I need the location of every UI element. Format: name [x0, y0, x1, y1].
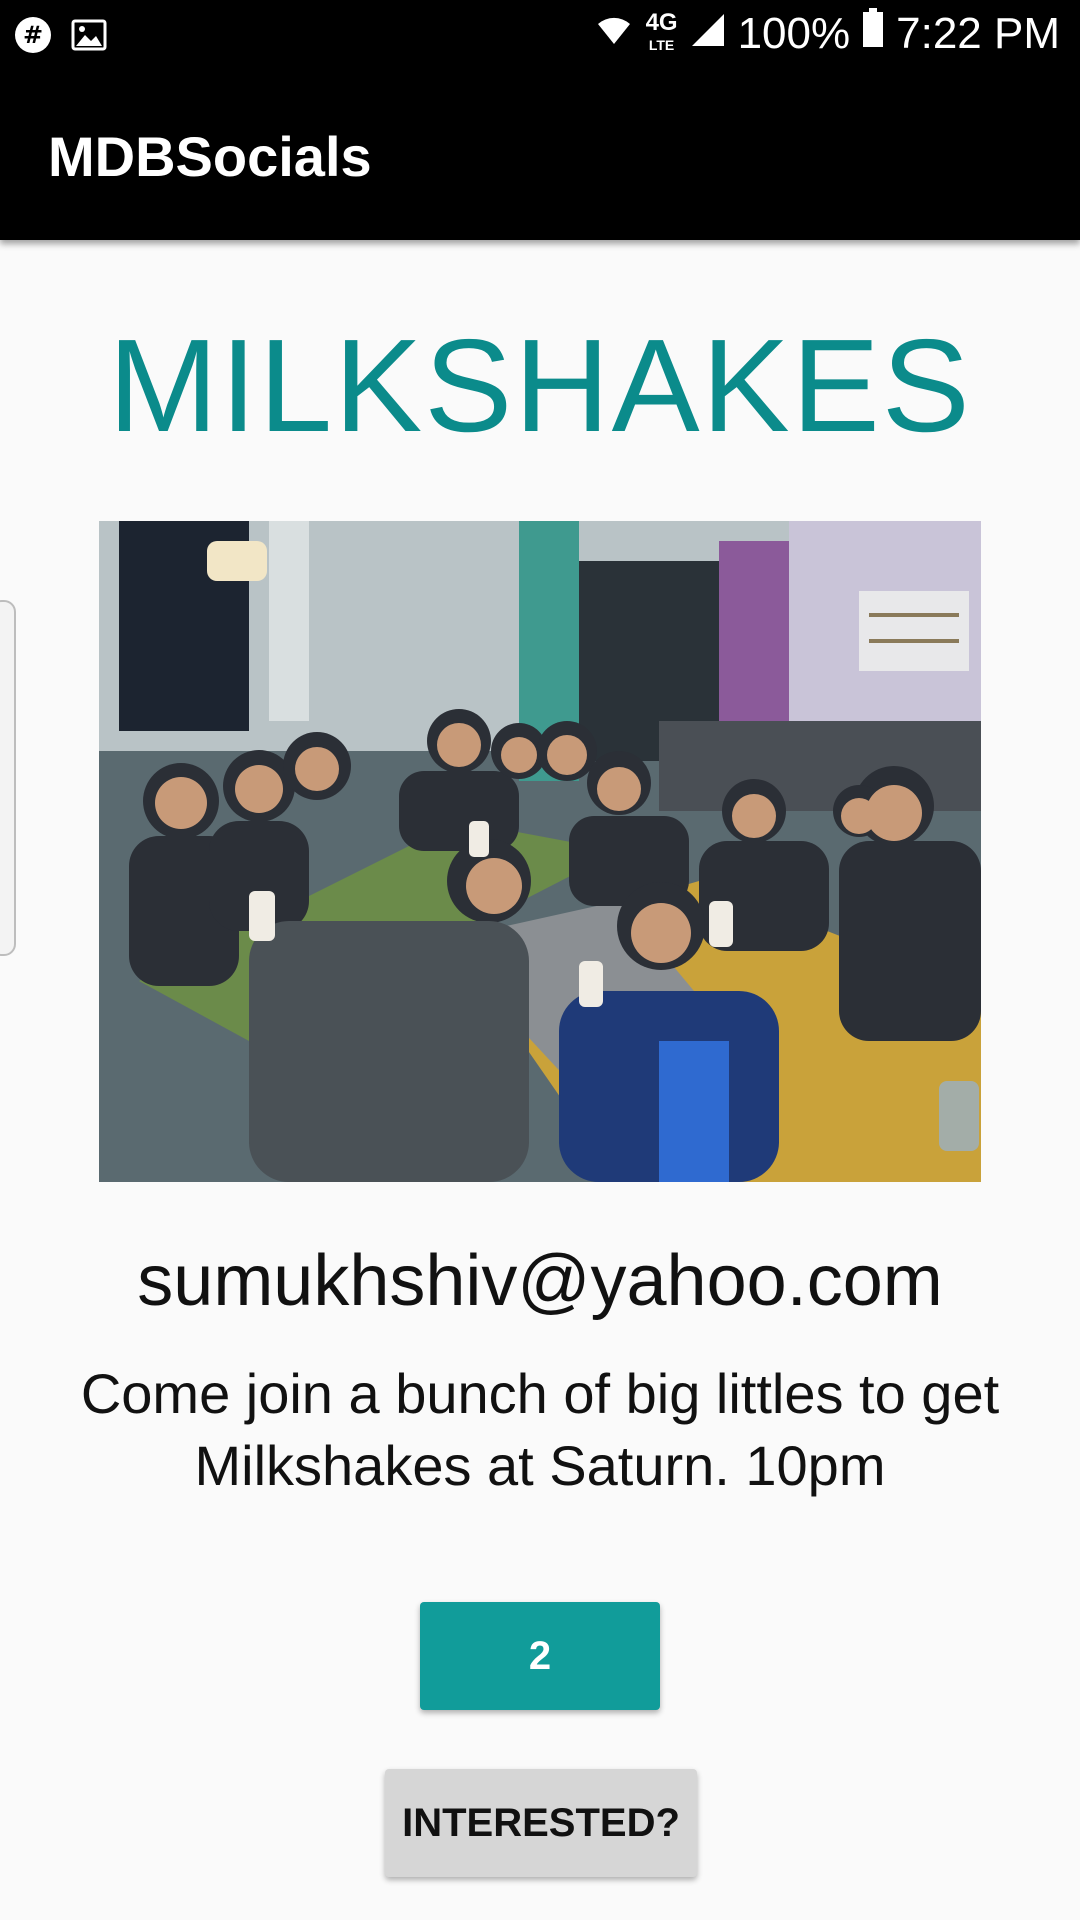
status-right: 4G LTE 100% 7:22 PM: [594, 8, 1060, 59]
organizer-email: sumukhshiv@yahoo.com: [137, 1241, 943, 1321]
status-bar: # 4G LTE 100% 7:22 PM: [0, 0, 1080, 72]
event-description: Come join a bunch of big littles to get …: [80, 1362, 1000, 1497]
event-photo: [99, 521, 981, 1182]
slack-icon: #: [14, 16, 52, 59]
svg-text:#: #: [23, 21, 43, 49]
interested-button[interactable]: INTERESTED?: [385, 1769, 697, 1877]
image-icon: [70, 16, 108, 59]
battery-percent: 100%: [737, 8, 851, 58]
wifi-icon: [594, 9, 634, 59]
lte-icon: 4G LTE: [645, 8, 678, 56]
interested-count-button[interactable]: 2: [420, 1602, 660, 1710]
event-title: MILKSHAKES: [108, 312, 972, 459]
signal-icon: [690, 9, 726, 59]
event-photo-illustration: [99, 521, 981, 1182]
network-sub: LTE: [648, 36, 675, 53]
app-title: MDBSocials: [48, 125, 372, 188]
status-left: #: [14, 16, 108, 59]
network-type: 4G: [645, 8, 678, 36]
clock: 7:22 PM: [896, 8, 1060, 58]
edge-panel-handle[interactable]: [0, 600, 16, 956]
app-bar: MDBSocials: [0, 72, 1080, 240]
battery-icon: [862, 8, 884, 59]
event-details: MILKSHAKES sumukhshiv@yahoo.com Come joi…: [0, 240, 1080, 1920]
